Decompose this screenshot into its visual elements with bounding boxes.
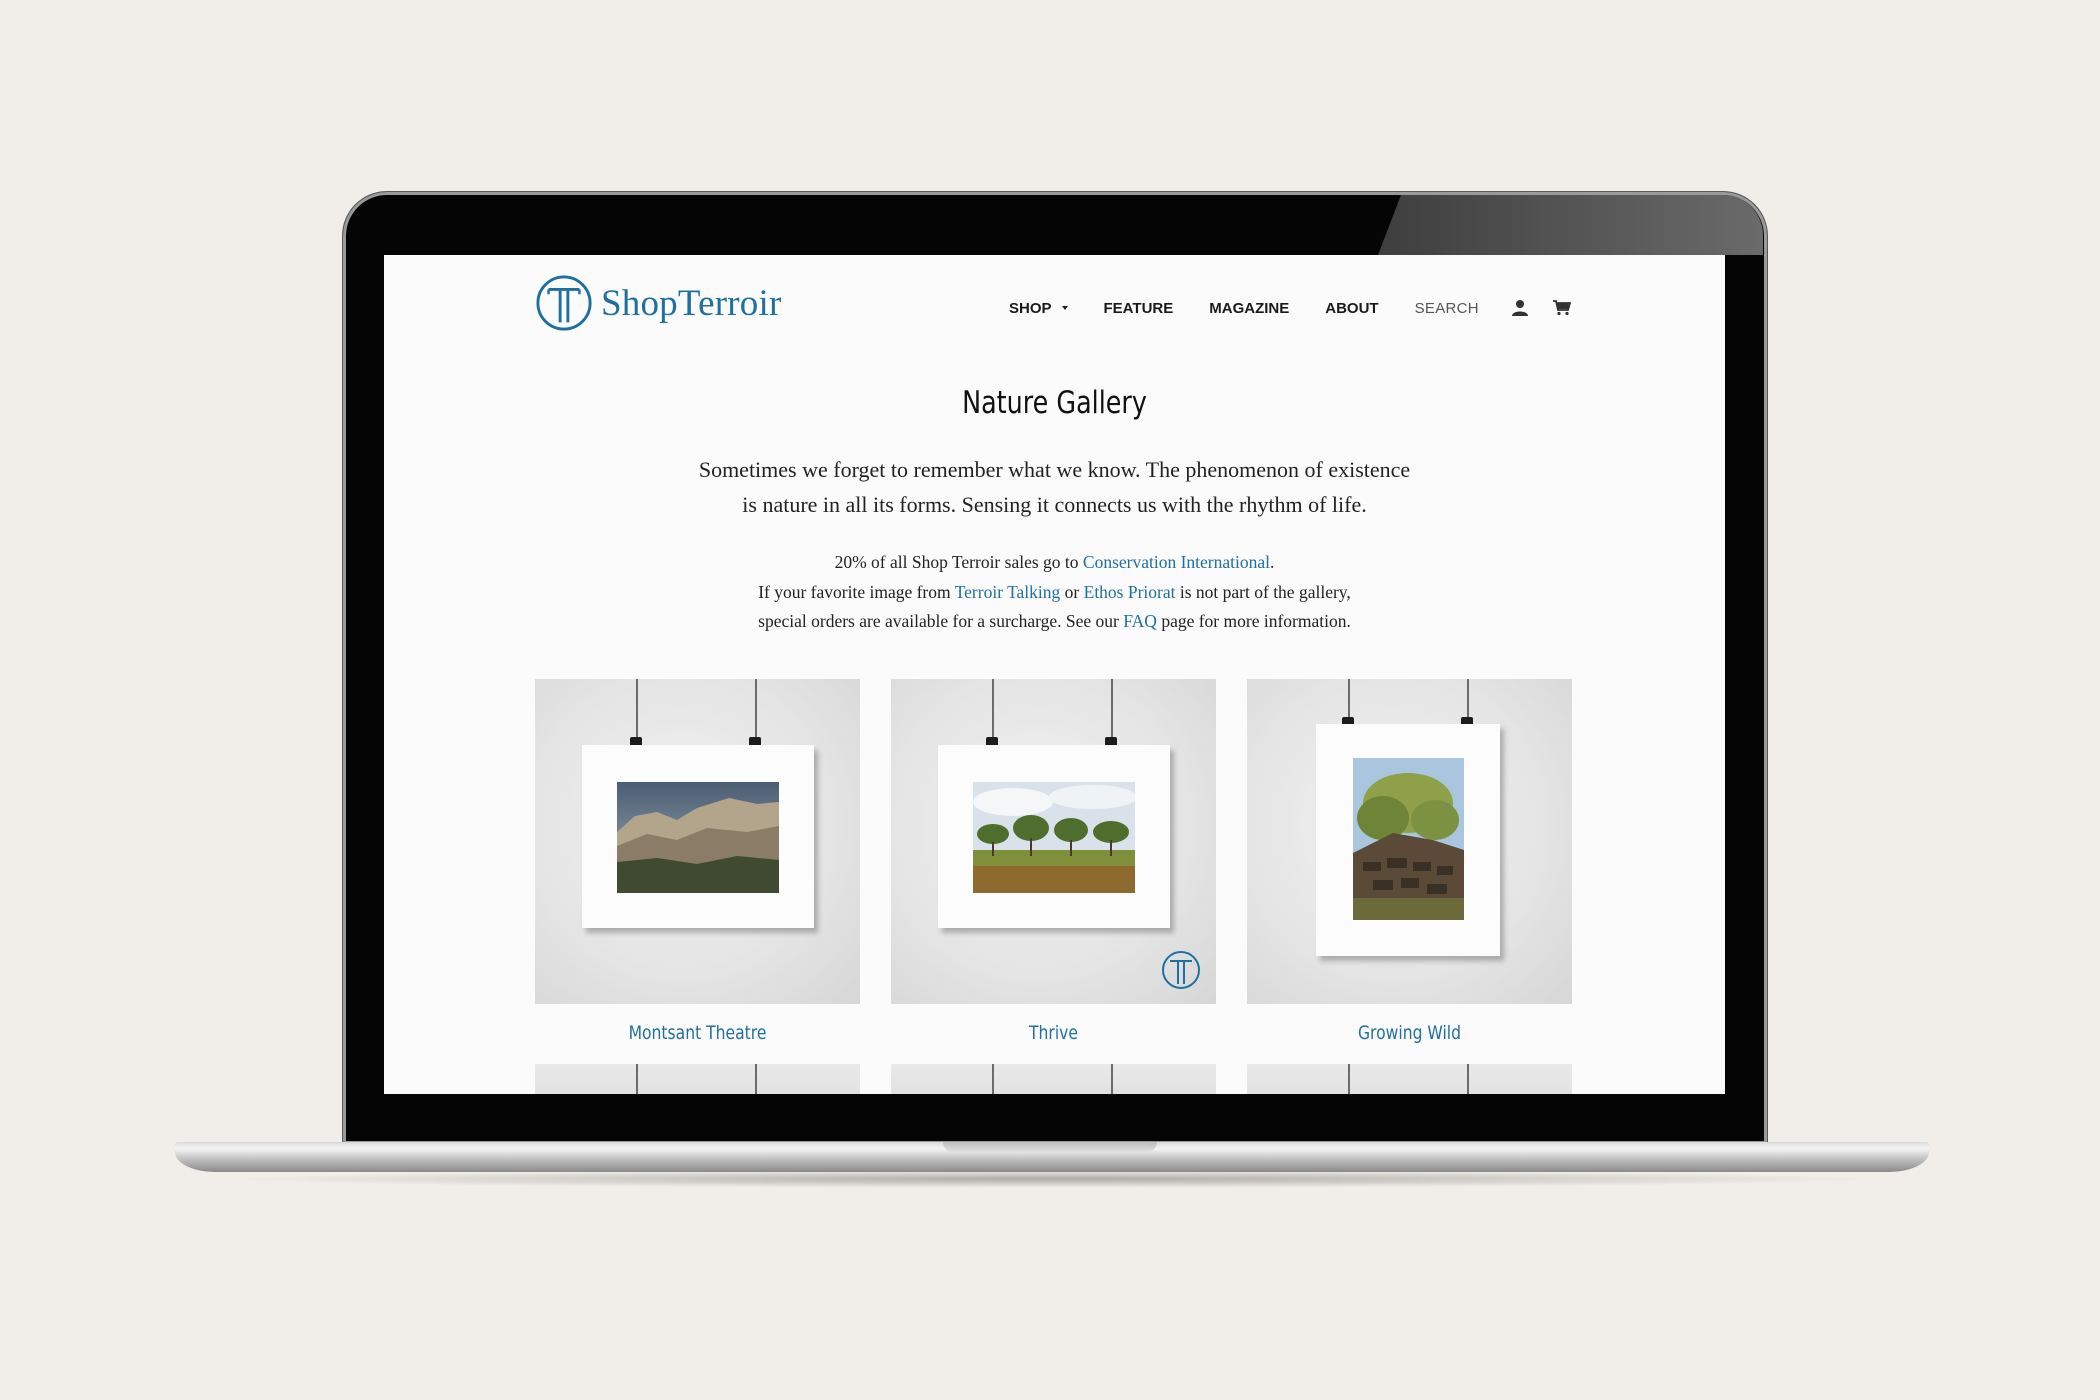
- note-text: special orders are available for a surch…: [758, 611, 1124, 631]
- intro-line: Sometimes we forget to remember what we …: [698, 457, 1411, 482]
- gallery-card-partial[interactable]: [891, 1064, 1216, 1094]
- note-line: If your favorite image from Terroir Talk…: [384, 578, 1725, 608]
- product-image[interactable]: [891, 679, 1216, 1004]
- intro-text: Sometimes we forget to remember what we …: [384, 452, 1725, 522]
- cart-button[interactable]: [1551, 297, 1573, 319]
- account-button[interactable]: [1509, 297, 1531, 319]
- user-icon: [1511, 300, 1528, 316]
- photo-trees: [973, 782, 1135, 893]
- note-text: 20% of all Shop Terroir sales go to: [834, 552, 1083, 572]
- gallery-card[interactable]: Growing Wild: [1247, 679, 1572, 1044]
- note-line: special orders are available for a surch…: [384, 607, 1725, 637]
- hanging-wire: [1467, 1064, 1469, 1094]
- browser-screen: ShopTerroir SHOP FEATURE MAGAZINE ABOUT …: [384, 255, 1725, 1094]
- hanging-wire: [1467, 679, 1469, 717]
- note-text: If your favorite image from: [758, 581, 955, 602]
- watermark-logo-icon: [1162, 951, 1200, 989]
- nav-search-label: SEARCH: [1414, 299, 1479, 317]
- info-note: 20% of all Shop Terroir sales go to Cons…: [384, 548, 1725, 637]
- product-title-link[interactable]: Growing Wild: [1276, 1022, 1543, 1044]
- note-text: is not part of the gallery,: [1175, 581, 1351, 602]
- nav-magazine[interactable]: MAGAZINE: [1209, 300, 1289, 317]
- hanging-wire: [755, 679, 757, 739]
- gallery-card-partial[interactable]: [1247, 1064, 1572, 1094]
- page-title: Nature Gallery: [962, 385, 1147, 421]
- photo-mountains: [617, 782, 779, 893]
- logo-t-icon: [536, 275, 592, 331]
- photo-stone-wall: [1353, 758, 1464, 920]
- note-text: page for more information.: [1156, 611, 1351, 631]
- hanging-wire: [755, 1064, 757, 1094]
- hanging-wire: [1348, 1064, 1350, 1094]
- nav-about-label: ABOUT: [1325, 299, 1379, 317]
- note-text: or: [1060, 581, 1084, 602]
- nav-shop[interactable]: SHOP: [1009, 300, 1068, 317]
- faq-link[interactable]: FAQ: [1123, 611, 1157, 631]
- caret-down-icon: [1061, 306, 1068, 310]
- hanging-wire: [992, 1064, 994, 1094]
- conservation-international-link[interactable]: Conservation International: [1083, 552, 1270, 572]
- nav-shop-label: SHOP: [1009, 299, 1052, 317]
- gallery-card-partial[interactable]: [535, 1064, 860, 1094]
- ethos-priorat-link[interactable]: Ethos Priorat: [1084, 582, 1176, 602]
- product-title-link[interactable]: Thrive: [920, 1022, 1187, 1044]
- nav-about[interactable]: ABOUT: [1325, 300, 1378, 317]
- note-line: 20% of all Shop Terroir sales go to Cons…: [384, 548, 1725, 578]
- main-nav: SHOP FEATURE MAGAZINE ABOUT SEARCH: [1009, 293, 1593, 323]
- product-image[interactable]: [535, 679, 860, 1004]
- hanging-wire: [636, 679, 638, 739]
- hanging-wire: [636, 1064, 638, 1094]
- laptop-base-shadow: [215, 1170, 1889, 1188]
- product-title-link[interactable]: Montsant Theatre: [564, 1022, 831, 1044]
- logo-wordmark: ShopTerroir: [601, 282, 782, 324]
- nav-search[interactable]: SEARCH: [1415, 300, 1479, 317]
- lid-glare: [1378, 195, 1763, 255]
- hanging-wire: [1348, 679, 1350, 717]
- nav-feature[interactable]: FEATURE: [1104, 300, 1174, 317]
- laptop-base-notch: [943, 1142, 1157, 1152]
- site-logo[interactable]: ShopTerroir: [535, 273, 781, 333]
- product-image[interactable]: [1247, 679, 1572, 1004]
- hanging-wire: [1111, 1064, 1113, 1094]
- hanging-wire: [992, 679, 994, 739]
- intro-line: is nature in all its forms. Sensing it c…: [742, 492, 1367, 517]
- hanging-wire: [1111, 679, 1113, 739]
- note-text: .: [1270, 552, 1275, 572]
- nav-magazine-label: MAGAZINE: [1209, 299, 1290, 317]
- gallery-card[interactable]: Thrive: [891, 679, 1216, 1044]
- site-header: ShopTerroir SHOP FEATURE MAGAZINE ABOUT …: [384, 255, 1725, 345]
- cart-icon: [1552, 300, 1571, 316]
- gallery-card[interactable]: Montsant Theatre: [535, 679, 860, 1044]
- terroir-talking-link[interactable]: Terroir Talking: [955, 582, 1061, 602]
- nav-feature-label: FEATURE: [1103, 299, 1174, 317]
